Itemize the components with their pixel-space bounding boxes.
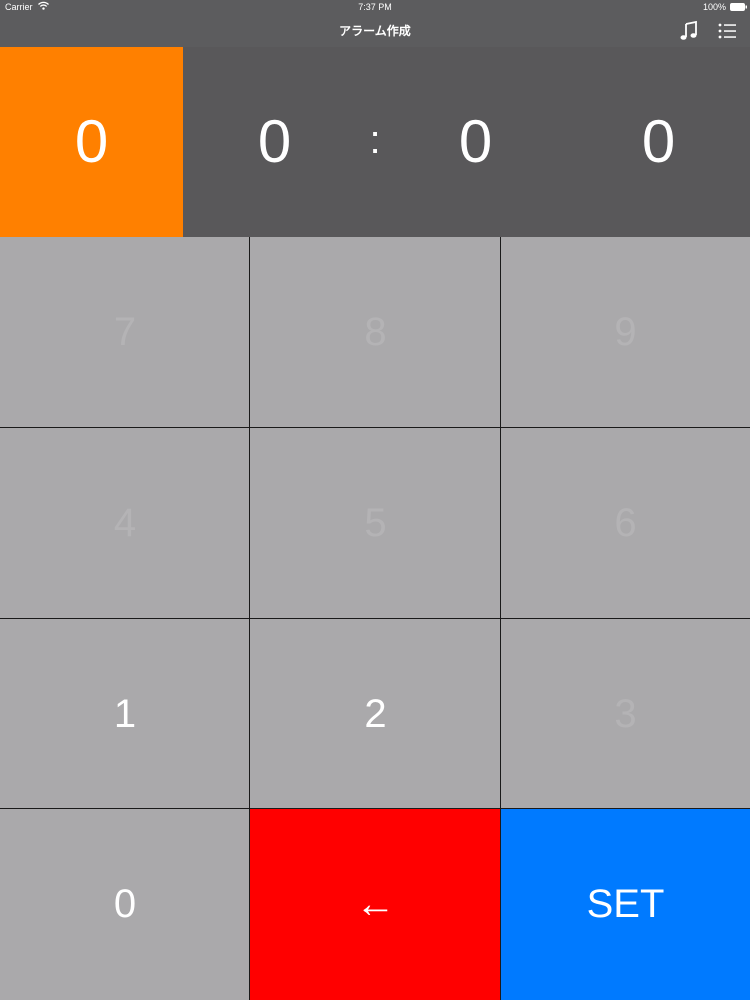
key-6[interactable]: 6 <box>501 428 750 619</box>
key-5[interactable]: 5 <box>250 428 501 619</box>
status-time: 7:37 PM <box>358 2 392 12</box>
key-3[interactable]: 3 <box>501 619 750 809</box>
key-4[interactable]: 4 <box>0 428 250 619</box>
grid-divider <box>0 427 750 428</box>
list-icon[interactable] <box>716 20 738 42</box>
music-note-icon[interactable] <box>678 20 700 42</box>
display-digit-4[interactable]: 0 <box>567 47 750 237</box>
grid-divider <box>0 808 750 809</box>
key-0[interactable]: 0 <box>0 809 250 1000</box>
page-title: アラーム作成 <box>339 24 411 38</box>
display-digit-2[interactable]: 0 <box>183 47 366 237</box>
navigation-bar: アラーム作成 <box>0 14 750 47</box>
key-8[interactable]: 8 <box>250 237 501 428</box>
key-2[interactable]: 2 <box>250 619 501 809</box>
backspace-button[interactable]: ← <box>250 809 501 1000</box>
set-button[interactable]: SET <box>501 809 750 1000</box>
keypad: 7 8 9 4 5 6 1 2 3 0 ← SET <box>0 237 750 1000</box>
time-display: 0 0 : 0 0 <box>0 47 750 237</box>
status-bar: Carrier 7:37 PM 100% <box>0 0 750 14</box>
display-digit-3[interactable]: 0 <box>384 47 567 237</box>
key-7[interactable]: 7 <box>0 237 250 428</box>
key-9[interactable]: 9 <box>501 237 750 428</box>
battery-percentage: 100% <box>702 2 726 12</box>
grid-divider <box>0 618 750 619</box>
key-1[interactable]: 1 <box>0 619 250 809</box>
display-digit-1[interactable]: 0 <box>0 47 183 237</box>
battery-icon <box>730 3 747 11</box>
